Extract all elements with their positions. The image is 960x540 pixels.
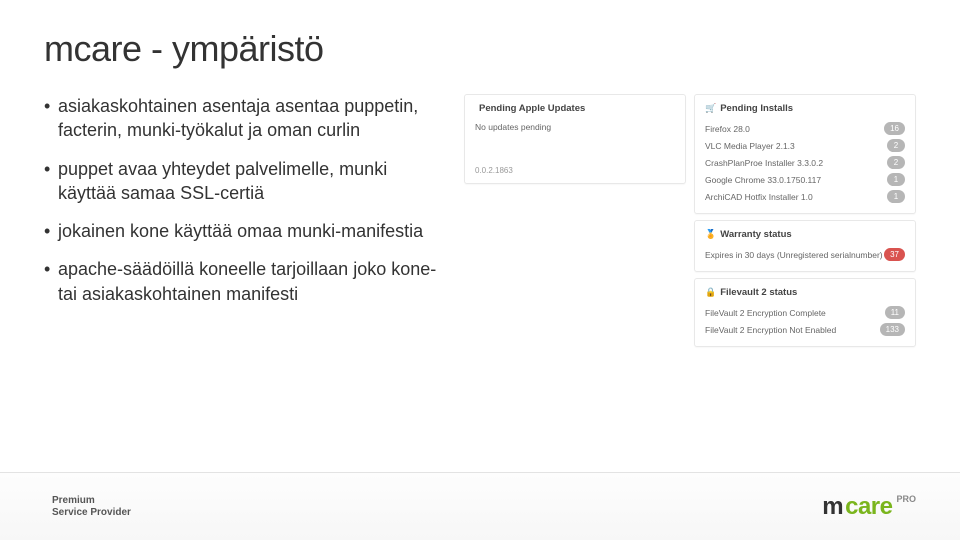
count-badge: 1 <box>887 173 905 186</box>
count-badge: 1 <box>887 190 905 203</box>
brand-m: m <box>822 493 843 521</box>
panel-title: Pending Installs <box>720 103 793 114</box>
count-badge: 133 <box>880 323 905 336</box>
bullet-item: apache-säädöillä koneelle tarjoillaan jo… <box>44 257 444 306</box>
footer-line1: Premium <box>52 495 131 507</box>
brand-pro: PRO <box>896 494 916 504</box>
lock-icon: 🔒 <box>705 287 716 298</box>
warranty-text: Expires in 30 days (Unregistered serialn… <box>705 250 883 260</box>
bullet-item: asiakaskohtainen asentaja asentaa puppet… <box>44 94 444 143</box>
install-name: VLC Media Player 2.1.3 <box>705 141 795 151</box>
bullet-item: puppet avaa yhteydet palvelimelle, munki… <box>44 157 444 206</box>
stub-version: 0.0.2.1863 <box>475 166 513 175</box>
count-badge: 11 <box>885 306 905 319</box>
pending-apple-updates-panel: Pending Apple Updates No updates pending… <box>464 94 686 184</box>
panel-title: Filevault 2 status <box>720 287 797 298</box>
panel-title: Warranty status <box>720 229 791 240</box>
filevault-panel: 🔒 Filevault 2 status FileVault 2 Encrypti… <box>694 278 916 347</box>
brand-care: care <box>845 493 892 521</box>
cart-icon: 🛒 <box>705 103 716 114</box>
panel-title: Pending Apple Updates <box>479 103 585 114</box>
no-updates-text: No updates pending <box>475 122 551 132</box>
footer: Premium Service Provider mcare PRO <box>0 472 960 540</box>
install-name: ArchiCAD Hotfix Installer 1.0 <box>705 192 813 202</box>
warranty-panel: 🏅 Warranty status Expires in 30 days (Unr… <box>694 220 916 272</box>
bullet-item: jokainen kone käyttää omaa munki-manifes… <box>44 219 444 243</box>
dashboard-panels: Pending Apple Updates No updates pending… <box>464 94 916 347</box>
count-badge: 37 <box>884 248 905 261</box>
install-name: Google Chrome 33.0.1750.117 <box>705 175 821 185</box>
pending-installs-panel: 🛒 Pending Installs Firefox 28.0 16 VLC Med… <box>694 94 916 214</box>
footer-line2: Service Provider <box>52 507 131 519</box>
slide-title: mcare - ympäristö <box>44 28 916 70</box>
award-icon: 🏅 <box>705 229 716 240</box>
count-badge: 2 <box>887 139 905 152</box>
filevault-item: FileVault 2 Encryption Complete <box>705 308 826 318</box>
filevault-item: FileVault 2 Encryption Not Enabled <box>705 325 836 335</box>
install-name: CrashPlanProe Installer 3.3.0.2 <box>705 158 823 168</box>
bullet-list: asiakaskohtainen asentaja asentaa puppet… <box>44 94 444 347</box>
count-badge: 16 <box>884 122 905 135</box>
count-badge: 2 <box>887 156 905 169</box>
install-name: Firefox 28.0 <box>705 124 750 134</box>
brand-logo: mcare PRO <box>822 493 916 521</box>
